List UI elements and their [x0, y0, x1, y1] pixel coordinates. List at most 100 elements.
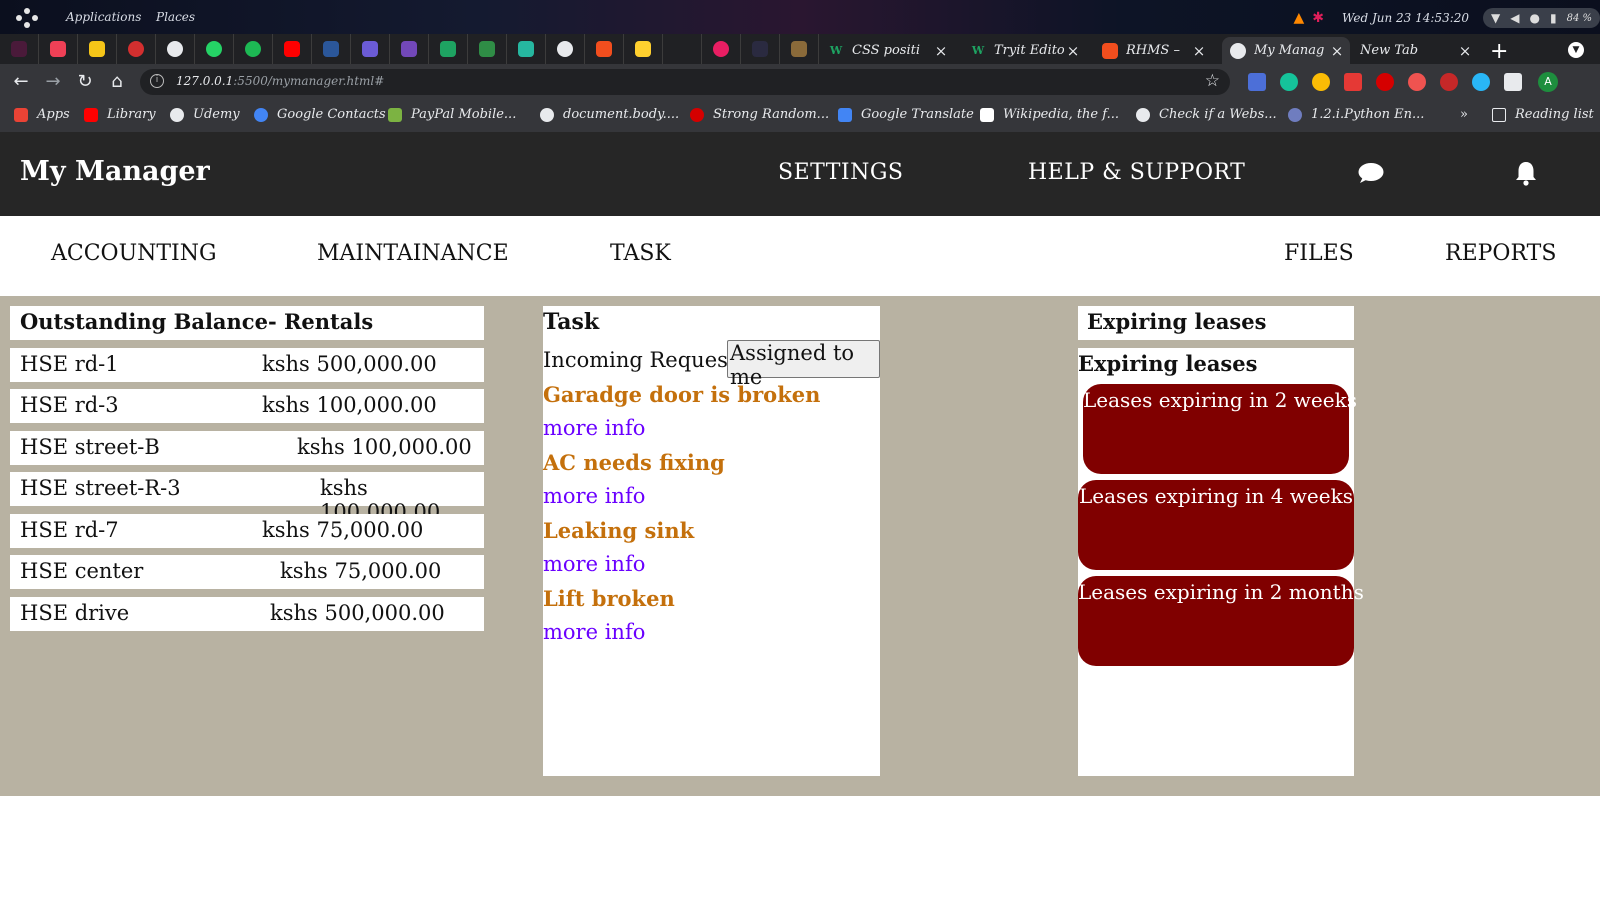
app-extension-icon[interactable] [1472, 73, 1490, 91]
more-info-link[interactable]: more info [543, 484, 645, 508]
bookmark-paypal[interactable]: PayPal Mobile... [388, 107, 516, 122]
close-tab-icon[interactable]: × [1190, 42, 1208, 60]
address-bar[interactable]: i 127.0.0.1:5500/mymanager.html# ☆ [140, 69, 1230, 95]
bookmark-library[interactable]: Library [84, 107, 156, 122]
profile-avatar[interactable]: A [1538, 72, 1558, 92]
slack-icon[interactable]: ✱ [1312, 10, 1324, 26]
bookmark-star-icon[interactable]: ☆ [1205, 71, 1220, 91]
pinned-tab[interactable] [546, 34, 585, 64]
vlc-icon[interactable]: ▲ [1294, 10, 1305, 26]
figma-icon [1102, 42, 1118, 59]
reload-button[interactable]: ↻ [74, 71, 96, 93]
brand-title[interactable]: My Manager [20, 156, 210, 187]
bookmark-python[interactable]: 1.2.i.Python En... [1288, 107, 1424, 122]
nav-accounting[interactable]: ACCOUNTING [51, 241, 217, 266]
bookmarks-overflow-button[interactable]: » [1460, 107, 1468, 122]
chat-icon[interactable] [1358, 162, 1384, 184]
pinned-tab[interactable] [273, 34, 312, 64]
pinned-tab[interactable] [507, 34, 546, 64]
pinned-tab[interactable] [585, 34, 624, 64]
close-tab-icon[interactable]: × [1328, 42, 1346, 60]
nav-task[interactable]: TASK [610, 241, 671, 266]
bookmark-strong-random[interactable]: Strong Random... [690, 107, 829, 122]
pinned-tab[interactable] [429, 34, 468, 64]
reading-list-button[interactable]: Reading list [1492, 107, 1594, 122]
pdf-extension-icon[interactable] [1344, 73, 1362, 91]
bookmark-udemy[interactable]: Udemy [170, 107, 240, 122]
back-button[interactable]: ← [10, 71, 32, 93]
pinned-tab[interactable] [780, 34, 819, 64]
pinned-tabs [0, 34, 819, 64]
chrome-extension-icon[interactable] [1312, 73, 1330, 91]
stop-extension-icon[interactable] [1376, 73, 1394, 91]
pinned-tab[interactable] [156, 34, 195, 64]
tab-search-icon[interactable]: ▼ [1568, 42, 1584, 58]
more-info-link[interactable]: more info [543, 416, 645, 440]
mic-icon: ● [1529, 11, 1540, 25]
bell-icon[interactable] [1514, 160, 1538, 186]
close-tab-icon[interactable]: × [932, 42, 950, 60]
browser-tab[interactable]: W Tryit Edito × [962, 37, 1086, 64]
site-info-icon[interactable]: i [150, 74, 164, 88]
url-text[interactable]: 127.0.0.1:5500/mymanager.html# [176, 74, 384, 88]
pinned-tab[interactable] [741, 34, 780, 64]
os-logo-icon[interactable] [16, 8, 38, 28]
os-clock[interactable]: Wed Jun 23 14:53:20 [1342, 11, 1469, 25]
os-menu-applications[interactable]: Applications [66, 10, 141, 24]
bookmark-document-body[interactable]: document.body.... [540, 107, 679, 122]
browser-tab[interactable]: W CSS positi × [820, 37, 954, 64]
lease-card-2-weeks[interactable]: Leases expiring in 2 weeks [1083, 384, 1357, 474]
pinned-tab[interactable] [39, 34, 78, 64]
bookmark-apps[interactable]: Apps [14, 107, 70, 122]
chess-icon [167, 41, 183, 57]
incoming-request-label[interactable]: Incoming Request [543, 348, 736, 372]
nav-files[interactable]: FILES [1284, 241, 1354, 266]
bookmark-wikipedia[interactable]: Wikipedia, the f... [980, 107, 1119, 122]
os-menu-places[interactable]: Places [156, 10, 195, 24]
translate-extension-icon[interactable] [1248, 73, 1266, 91]
record-extension-icon[interactable] [1408, 73, 1426, 91]
pinned-tab[interactable] [390, 34, 429, 64]
pinned-tab[interactable] [234, 34, 273, 64]
nav-reports[interactable]: REPORTS [1445, 241, 1556, 266]
python-icon [1288, 107, 1302, 122]
pinned-tab[interactable] [312, 34, 351, 64]
more-info-link[interactable]: more info [543, 552, 645, 576]
lease-card-4-weeks[interactable]: Leases expiring in 4 weeks [1078, 480, 1354, 570]
pinned-tab[interactable] [702, 34, 741, 64]
assigned-to-me-button[interactable]: Assigned to me [727, 340, 880, 389]
system-tray[interactable]: ▼ ◀ ● ▮ 84 % [1483, 8, 1600, 28]
pinned-tab[interactable] [624, 34, 663, 64]
nav-settings[interactable]: SETTINGS [778, 160, 903, 185]
close-tab-icon[interactable]: × [1064, 42, 1082, 60]
bookmark-google-translate[interactable]: Google Translate [838, 107, 974, 122]
pinned-tab[interactable] [663, 34, 702, 64]
translate-icon [838, 107, 852, 122]
close-tab-icon[interactable]: × [1456, 42, 1474, 60]
browser-toolbar: ← → ↻ ⌂ i 127.0.0.1:5500/mymanager.html#… [0, 64, 1600, 100]
pinned-tab[interactable] [351, 34, 390, 64]
lease-card-2-months[interactable]: Leases expiring in 2 months [1078, 576, 1364, 666]
browser-tab[interactable]: New Tab × [1352, 37, 1478, 64]
bookmark-check-website[interactable]: Check if a Webs... [1136, 107, 1277, 122]
globe-icon [540, 107, 554, 122]
pinned-tab[interactable] [117, 34, 156, 64]
pinned-tab[interactable] [468, 34, 507, 64]
new-tab-button[interactable]: + [1490, 39, 1508, 64]
nav-maintenance[interactable]: MAINTAINANCE [317, 241, 509, 266]
contacts-icon [254, 107, 268, 122]
pinned-tab[interactable] [78, 34, 117, 64]
more-info-link[interactable]: more info [543, 620, 645, 644]
puzzle-extensions-icon[interactable] [1504, 73, 1522, 91]
home-button[interactable]: ⌂ [106, 71, 128, 93]
forward-button[interactable]: → [42, 71, 64, 93]
browser-tab[interactable]: RHMS – × [1094, 37, 1212, 64]
pinned-tab[interactable] [195, 34, 234, 64]
bookmark-google-contacts[interactable]: Google Contacts [254, 107, 386, 122]
nav-help-support[interactable]: HELP & SUPPORT [1028, 160, 1245, 185]
grammarly-extension-icon[interactable] [1280, 73, 1298, 91]
pinned-tab[interactable] [0, 34, 39, 64]
browser-tab-active[interactable]: My Manag × [1222, 37, 1350, 64]
youtube-icon [84, 107, 98, 122]
adblock-plus-extension-icon[interactable] [1440, 73, 1458, 91]
